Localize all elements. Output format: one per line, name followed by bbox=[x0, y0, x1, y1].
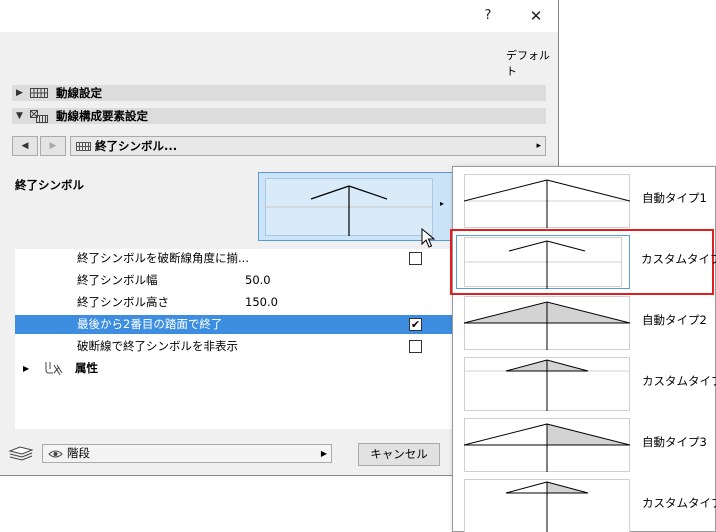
collapsed-triangle-icon: ▶ bbox=[16, 88, 23, 98]
symbol-thumbnail bbox=[456, 235, 630, 289]
grid-line-icon bbox=[76, 141, 92, 155]
layer-select[interactable]: 階段 ▶ bbox=[42, 444, 332, 463]
section-flow-components[interactable]: ▼ 動線構成要素設定 bbox=[12, 108, 546, 124]
option-auto-type-3[interactable]: 自動タイプ3 bbox=[453, 414, 715, 474]
navigation-bar: ◀ ▶ 終了シンボル... ▸ bbox=[12, 136, 546, 156]
layers-icon bbox=[8, 444, 34, 465]
eye-icon bbox=[48, 448, 63, 462]
title-bar: ? ✕ bbox=[0, 0, 558, 32]
property-label: 破断線で終了シンボルを非表示 bbox=[77, 339, 238, 353]
page-select-label: 終了シンボル... bbox=[95, 139, 178, 153]
end-symbol-popup: 自動タイプ1 カスタムタイプ1 自動タイプ2 カスタムタイプ2 bbox=[450, 166, 716, 532]
mouse-cursor-icon bbox=[421, 228, 435, 248]
property-checkbox[interactable]: ✔ bbox=[409, 318, 422, 331]
section-label: 動線設定 bbox=[56, 86, 102, 100]
page-select[interactable]: 終了シンボル... ▸ bbox=[70, 136, 546, 156]
components-icon bbox=[30, 110, 50, 127]
symbol-thumbnail bbox=[464, 479, 630, 532]
option-auto-type-1[interactable]: 自動タイプ1 bbox=[453, 170, 715, 230]
previous-button[interactable]: ◀ bbox=[12, 136, 38, 156]
attributes-label: 属性 bbox=[75, 361, 98, 375]
property-value[interactable]: 50.0 bbox=[245, 271, 271, 290]
property-label: 最後から2番目の踏面で終了 bbox=[77, 317, 223, 331]
option-custom-type-1[interactable]: カスタムタイプ1 bbox=[450, 229, 716, 295]
symbol-thumbnail bbox=[464, 357, 630, 411]
chevron-right-icon: ▶ bbox=[320, 449, 327, 458]
option-custom-type-2[interactable]: カスタムタイプ2 bbox=[453, 353, 716, 413]
end-symbol-preview bbox=[265, 178, 433, 236]
cancel-button[interactable]: キャンセル bbox=[358, 443, 440, 466]
close-button[interactable]: ✕ bbox=[521, 4, 551, 28]
property-label: 終了シンボル幅 bbox=[77, 273, 158, 287]
option-label: 自動タイプ2 bbox=[642, 313, 707, 327]
default-label: デフォルト bbox=[506, 49, 550, 78]
option-label: カスタムタイプ3 bbox=[642, 496, 716, 510]
end-symbol-label: 終了シンボル bbox=[15, 178, 84, 192]
help-button[interactable]: ? bbox=[473, 4, 503, 28]
chevron-right-icon: ▸ bbox=[440, 199, 445, 208]
expanded-triangle-icon: ▼ bbox=[16, 111, 23, 121]
symbol-thumbnail bbox=[464, 174, 630, 228]
section-label: 動線構成要素設定 bbox=[56, 109, 148, 123]
next-button[interactable]: ▶ bbox=[40, 136, 66, 156]
option-label: 自動タイプ1 bbox=[642, 191, 707, 205]
property-value[interactable]: 150.0 bbox=[245, 293, 278, 312]
option-custom-type-3[interactable]: カスタムタイプ3 bbox=[453, 475, 716, 532]
option-label: カスタムタイプ1 bbox=[641, 252, 716, 266]
attributes-icon bbox=[45, 361, 63, 379]
layer-label: 階段 bbox=[67, 446, 90, 460]
section-flow-settings[interactable]: ▶ 動線設定 bbox=[12, 85, 546, 101]
property-checkbox[interactable] bbox=[409, 340, 422, 353]
collapsed-triangle-icon: ▶ bbox=[23, 364, 30, 373]
option-auto-type-2[interactable]: 自動タイプ2 bbox=[453, 292, 715, 352]
symbol-thumbnail bbox=[464, 418, 630, 472]
property-label: 終了シンボルを破断線角度に揃... bbox=[77, 251, 249, 265]
option-label: カスタムタイプ2 bbox=[642, 374, 716, 388]
option-label: 自動タイプ3 bbox=[642, 435, 707, 449]
symbol-thumbnail bbox=[464, 296, 630, 350]
grid-line-icon bbox=[30, 87, 50, 102]
chevron-right-icon: ▸ bbox=[536, 141, 541, 151]
property-checkbox[interactable] bbox=[409, 252, 422, 265]
property-label: 終了シンボル高さ bbox=[77, 295, 169, 309]
